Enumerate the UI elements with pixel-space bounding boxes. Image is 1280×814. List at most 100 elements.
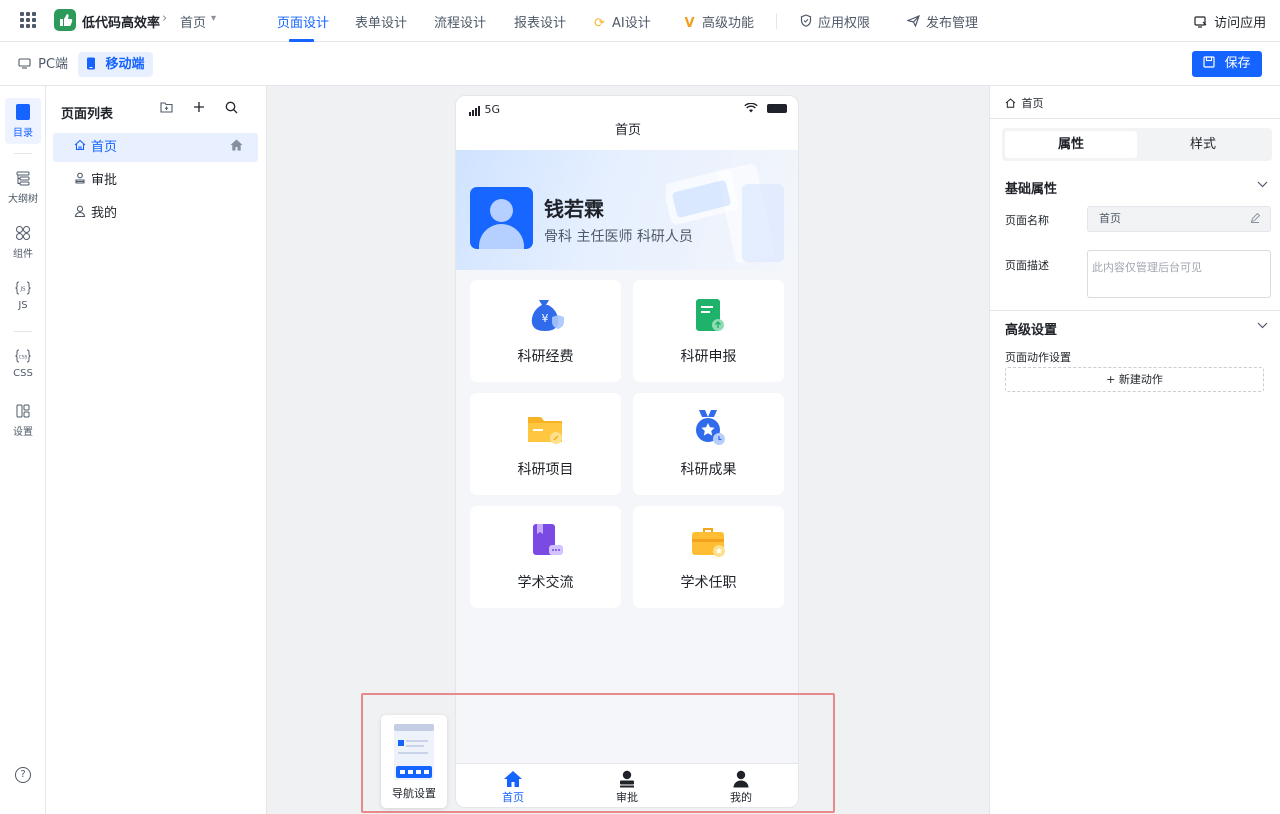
mobile-mode-button[interactable]: 移动端 <box>78 52 153 77</box>
new-folder-icon[interactable] <box>160 101 173 117</box>
rail-item-settings[interactable]: 设置 <box>0 403 46 438</box>
page-list-label: 首页 <box>91 140 118 155</box>
page-desc-placeholder: 此内容仅管理后台可见 <box>1092 261 1202 274</box>
visit-app-label: 访问应用 <box>1214 16 1267 31</box>
tab-form-design[interactable]: 表单设计 <box>355 12 407 31</box>
card-label: 学术交流 <box>517 575 574 591</box>
home-page-marker-icon <box>230 133 243 162</box>
app-grid-icon[interactable] <box>20 12 36 28</box>
tab-report-design[interactable]: 报表设计 <box>514 12 566 31</box>
tab-label: 高级功能 <box>702 16 755 31</box>
rail-item-components[interactable]: 组件 <box>0 225 46 260</box>
page-list-item-home[interactable]: 首页 <box>53 133 258 162</box>
chevron-down-icon[interactable] <box>1257 178 1268 191</box>
nav-divider <box>776 13 777 29</box>
nav-settings-card[interactable]: 导航设置 <box>381 715 447 808</box>
status-right <box>743 101 787 114</box>
signal-indicator: 5G <box>469 103 500 116</box>
breadcrumb-page[interactable]: 首页 <box>180 12 206 31</box>
pc-label: PC端 <box>38 57 69 72</box>
tab-publish[interactable]: 发布管理 <box>906 12 978 31</box>
glass-decoration-icon <box>663 156 791 264</box>
tab-label: 应用权限 <box>818 16 871 31</box>
advanced-icon: V <box>684 16 695 31</box>
card-label: 科研申报 <box>680 349 737 365</box>
page-list-title: 页面列表 <box>61 107 114 122</box>
rail-item-css[interactable]: CSS CSS <box>0 348 46 379</box>
phone-page-title: 首页 <box>456 120 798 150</box>
folder-icon <box>525 408 565 448</box>
crumb-label: 首页 <box>1021 97 1044 110</box>
nav-settings-label: 导航设置 <box>392 787 436 800</box>
ai-sparkle-icon: ⟳ <box>594 16 605 31</box>
profile-banner[interactable]: 钱若霖 骨科 主任医师 科研人员 <box>456 150 798 270</box>
new-action-button[interactable]: + 新建动作 <box>1005 367 1264 392</box>
external-link-icon <box>1194 16 1214 31</box>
tab-advanced[interactable]: V 高级功能 <box>682 12 754 31</box>
send-icon <box>906 14 921 31</box>
card-academic-position[interactable]: 学术任职 <box>633 506 784 608</box>
page-list-label: 审批 <box>91 173 118 188</box>
home-icon <box>1005 97 1022 110</box>
rail-label: 目录 <box>13 128 33 139</box>
tab-label: AI设计 <box>612 16 651 31</box>
chevron-down-icon[interactable]: ▾ <box>211 13 216 24</box>
left-icon-rail: 目录 大纲树 组件 JS JS CSS CSS 设置 ? <box>0 86 46 814</box>
settings-icon <box>15 403 31 419</box>
divider <box>990 118 1280 119</box>
book-chat-icon <box>525 521 565 561</box>
catalog-icon <box>16 104 30 120</box>
outline-tree-icon <box>15 170 31 186</box>
rail-label: JS <box>18 300 28 311</box>
page-name-field[interactable]: 首页 <box>1087 206 1271 232</box>
help-icon[interactable]: ? <box>15 767 31 783</box>
edit-icon[interactable] <box>1250 207 1261 231</box>
rail-divider <box>14 331 32 332</box>
rail-label: 设置 <box>13 427 33 438</box>
tab-label: 表单设计 <box>355 16 408 31</box>
tab-page-design[interactable]: 页面设计 <box>277 12 329 31</box>
tab-label: 页面设计 <box>277 16 330 31</box>
rail-item-outline[interactable]: 大纲树 <box>0 170 46 205</box>
card-research-funds[interactable]: ¥ 科研经费 <box>470 280 621 382</box>
svg-text:JS: JS <box>19 287 26 293</box>
rail-item-catalog[interactable]: 目录 <box>0 104 46 139</box>
basic-properties-heading[interactable]: 基础属性 <box>1005 178 1057 197</box>
svg-text:¥: ¥ <box>542 312 549 325</box>
medal-icon <box>688 408 728 448</box>
money-bag-icon: ¥ <box>525 295 565 335</box>
save-button[interactable]: 保存 <box>1192 51 1262 77</box>
tab-flow-design[interactable]: 流程设计 <box>434 12 486 31</box>
card-research-apply[interactable]: 科研申报 <box>633 280 784 382</box>
save-label: 保存 <box>1224 56 1251 71</box>
visit-app-button[interactable]: 访问应用 <box>1194 12 1266 31</box>
page-list-label: 我的 <box>91 206 118 221</box>
search-icon[interactable] <box>225 101 238 118</box>
card-academic-exchange[interactable]: 学术交流 <box>470 506 621 608</box>
card-research-projects[interactable]: 科研项目 <box>470 393 621 495</box>
home-icon <box>74 133 88 162</box>
page-desc-label: 页面描述 <box>1005 259 1049 272</box>
tab-ai-design[interactable]: ⟳ AI设计 <box>592 12 651 31</box>
chevron-down-icon[interactable] <box>1257 319 1268 332</box>
add-page-icon[interactable] <box>193 101 205 117</box>
card-research-results[interactable]: 科研成果 <box>633 393 784 495</box>
page-list-item-mine[interactable]: 我的 <box>53 199 258 228</box>
page-name-label: 页面名称 <box>1005 214 1049 227</box>
page-desc-field[interactable]: 此内容仅管理后台可见 <box>1087 250 1271 298</box>
page-name-value: 首页 <box>1099 212 1121 225</box>
tab-styles[interactable]: 样式 <box>1137 131 1269 158</box>
tab-properties[interactable]: 属性 <box>1005 131 1137 158</box>
rail-item-js[interactable]: JS JS <box>0 280 46 311</box>
rail-label: 组件 <box>13 249 33 260</box>
properties-panel: 首页 属性 样式 基础属性 页面名称 首页 页面描述 此内容仅管理后台可见 高级… <box>989 86 1280 814</box>
advanced-settings-heading[interactable]: 高级设置 <box>1005 319 1057 338</box>
divider <box>990 310 1280 311</box>
card-label: 科研经费 <box>517 349 574 365</box>
tab-label: 报表设计 <box>514 16 567 31</box>
network-type: 5G <box>484 103 501 116</box>
page-action-label: 页面动作设置 <box>1005 351 1071 364</box>
pc-mode-button[interactable]: PC端 <box>10 52 76 77</box>
tab-app-permission[interactable]: 应用权限 <box>798 12 870 31</box>
page-list-item-approval[interactable]: 审批 <box>53 166 258 195</box>
